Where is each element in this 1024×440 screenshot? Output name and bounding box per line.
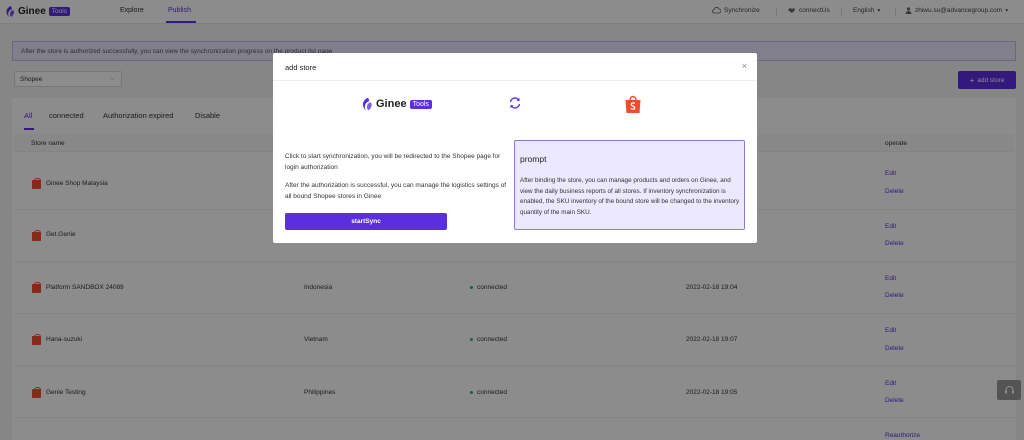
close-icon[interactable]: × bbox=[742, 61, 747, 71]
add-store-modal: add store × Ginee Tools Click to start s… bbox=[273, 53, 757, 243]
ginee-logo-icon bbox=[362, 97, 372, 111]
prompt-box: prompt After binding the store, you can … bbox=[514, 140, 745, 230]
modal-logo-badge: Tools bbox=[409, 99, 432, 109]
prompt-title: prompt bbox=[520, 154, 547, 164]
modal-description-1: Click to start synchronization, you will… bbox=[285, 153, 501, 171]
sync-icon bbox=[509, 97, 521, 109]
start-sync-button[interactable]: startSync bbox=[285, 213, 447, 230]
shopee-logo-icon bbox=[625, 95, 641, 113]
prompt-text: After binding the store, you can manage … bbox=[520, 177, 740, 216]
modal-header: add store × bbox=[273, 53, 757, 81]
modal-logo-text: Ginee bbox=[376, 98, 407, 110]
modal-title: add store bbox=[285, 63, 317, 72]
modal-description-2: After the authorization is successful, y… bbox=[285, 182, 507, 200]
ginee-tools-logo: Ginee Tools bbox=[360, 96, 432, 112]
